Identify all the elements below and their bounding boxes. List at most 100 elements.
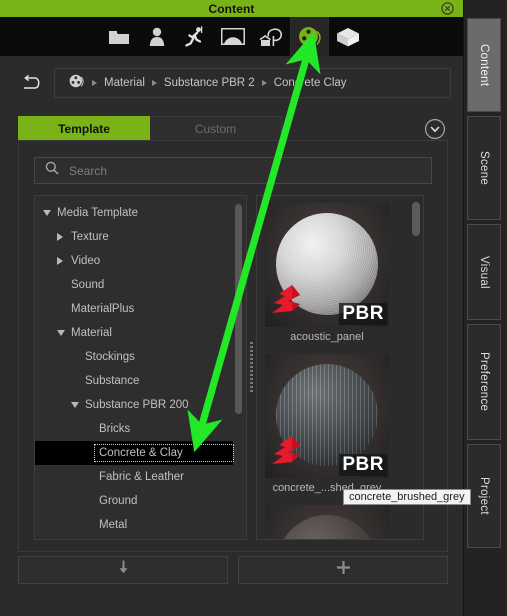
right-tab-label: Visual [478,255,490,289]
stage-icon [221,28,245,45]
breadcrumb-item-material[interactable]: Material [104,77,145,89]
tree-item-bricks[interactable]: Bricks [35,417,233,441]
action-bar [18,556,448,586]
pbr-badge: PBR [339,454,387,476]
toolbar-item-scene-prop[interactable] [252,17,290,56]
tree-item-label: Media Template [57,207,138,219]
chevron-down-icon[interactable] [43,210,51,216]
pbr-badge: PBR [339,303,387,325]
right-tab-label: Scene [478,150,490,186]
tree-item-metal[interactable]: Metal [35,513,233,537]
tree-item-organic[interactable]: Organic [35,537,233,539]
tree-item-label: Metal [99,519,128,531]
asset-thumbnail: PBR [265,203,389,327]
tree-scrollbar[interactable] [235,204,242,532]
person-icon [148,27,166,46]
tab-template[interactable]: Template [18,116,150,142]
tree-item-label: Video [71,255,101,267]
drag-drop-arrow-icon [270,283,312,317]
breadcrumb-item-concrete-clay[interactable]: Concrete Clay [274,77,347,89]
search-input[interactable]: Search [34,157,432,184]
drag-drop-arrow-icon [270,434,312,468]
tree-item-label: Substance [85,375,140,387]
folder-icon [108,28,130,46]
chevron-down-circle-icon[interactable] [424,118,446,140]
grid-scrollbar[interactable] [412,202,420,535]
download-button[interactable] [18,556,228,584]
right-tab-label: Preference [478,352,490,412]
right-tab-content[interactable]: Content [467,18,501,112]
toolbar-item-folder[interactable] [100,17,138,56]
tree-root: Media Template Texture Video Sound MaterialP… [35,201,234,539]
chevron-down-icon[interactable] [57,330,65,336]
right-tab-strip: Content Scene Visual Preference Project [463,0,507,616]
toolbar-item-character[interactable] [138,17,176,56]
window-titlebar: Content [0,0,463,17]
right-tab-label: Project [478,477,490,515]
right-tab-project[interactable]: Project [467,444,501,548]
plus-icon [336,560,351,580]
tree-item-concrete-clay[interactable]: Concrete & Clay [35,441,234,465]
breadcrumb: Material Substance PBR 2 Concrete Clay [54,68,451,98]
close-icon[interactable] [441,2,454,15]
breadcrumb-separator [151,80,157,86]
tree-item-substance[interactable]: Substance [35,369,233,393]
chevron-right-icon[interactable] [57,233,63,241]
toolbar-group-primary [0,17,366,56]
category-tree[interactable]: Media Template Texture Video Sound MaterialP… [34,195,247,540]
navigation-bar: Material Substance PBR 2 Concrete Clay [0,56,463,110]
tree-item-media-template[interactable]: Media Template [35,201,233,225]
tree-item-ground[interactable]: Ground [35,489,233,513]
chevron-down-icon[interactable] [71,402,79,408]
tree-item-fabric-leather[interactable]: Fabric & Leather [35,465,233,489]
tree-item-label: Concrete & Clay [94,444,234,462]
toolbar-item-package[interactable] [328,17,366,56]
tree-item-label: Fabric & Leather [99,471,185,483]
tree-item-label: Stockings [85,351,135,363]
material-preview-sphere [276,515,378,539]
toolbar-item-material[interactable] [290,17,328,56]
tree-item-label: Material [71,327,112,339]
right-tab-label: Content [478,43,490,87]
breadcrumb-separator [261,80,267,86]
asset-card[interactable]: PBR concrete_...shed_grey [265,354,389,494]
asset-card[interactable]: PBR acoustic_panel [265,203,389,343]
asset-card[interactable] [265,505,389,539]
right-tab-scene[interactable]: Scene [467,116,501,220]
tree-item-label: Substance PBR 200 [85,399,189,411]
tree-item-sound[interactable]: Sound [35,273,233,297]
tree-item-label: Sound [71,279,105,291]
grid-scrollbar-thumb[interactable] [412,202,420,236]
asset-tooltip: concrete_brushed_grey [343,489,471,505]
tree-item-video[interactable]: Video [35,249,233,273]
tree-item-material[interactable]: Material [35,321,233,345]
material-ball-icon [298,26,322,48]
tree-item-label: Ground [99,495,138,507]
breadcrumb-item-substance-pbr[interactable]: Substance PBR 2 [164,77,255,89]
search-placeholder: Search [69,163,108,178]
tree-item-materialplus[interactable]: MaterialPlus [35,297,233,321]
tree-item-label: MaterialPlus [71,303,135,315]
pane-splitter[interactable] [247,195,256,540]
breadcrumb-separator [92,80,97,86]
right-tab-preference[interactable]: Preference [467,324,501,440]
open-box-icon [336,27,360,47]
back-arrow-icon[interactable] [8,61,54,105]
tree-item-texture[interactable]: Texture [35,225,233,249]
toolbar-item-motion[interactable] [176,17,214,56]
chevron-right-icon[interactable] [57,257,63,265]
tree-item-substance-pbr-200[interactable]: Substance PBR 200 [35,393,233,417]
breadcrumb-material-icon[interactable] [69,74,85,93]
asset-thumbnail [265,505,389,539]
search-icon [45,161,59,180]
main-toolbar [0,17,463,56]
tree-scrollbar-thumb[interactable] [235,204,242,414]
tab-custom[interactable]: Custom [150,116,282,142]
right-tab-visual[interactable]: Visual [467,224,501,320]
tree-prop-icon [259,27,283,47]
tree-item-stockings[interactable]: Stockings [35,345,233,369]
toolbar-item-stage[interactable] [214,17,252,56]
page-title: Content [208,1,255,16]
tab-bar: Template Custom [0,110,463,142]
add-button[interactable] [238,556,448,584]
